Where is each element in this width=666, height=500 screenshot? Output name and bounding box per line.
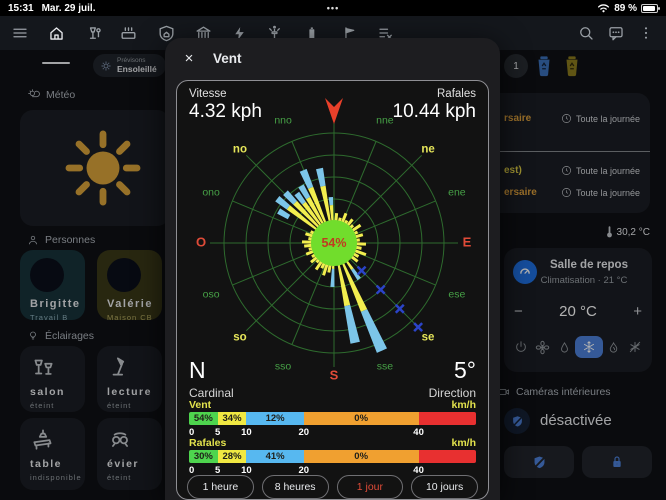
gust-readout: Rafales 10.44 kph bbox=[393, 88, 476, 123]
legend-segment bbox=[419, 412, 476, 425]
legend-segment bbox=[419, 450, 476, 463]
svg-text:so: so bbox=[233, 332, 246, 344]
svg-text:se: se bbox=[422, 332, 435, 344]
legend-segment: 28% bbox=[218, 450, 247, 463]
legend-vent-header: Vent km/h bbox=[189, 399, 476, 411]
range-button-8h[interactable]: 8 heures bbox=[262, 475, 329, 499]
tab-home[interactable] bbox=[44, 21, 68, 45]
svg-text:sso: sso bbox=[275, 360, 292, 372]
menu-icon[interactable] bbox=[8, 21, 32, 45]
legend-rafales-bar: 30%28%41%0% bbox=[189, 450, 476, 463]
battery-percent: 89 % bbox=[614, 3, 637, 14]
range-button-10d[interactable]: 10 jours bbox=[411, 475, 478, 499]
direction-value: 5° bbox=[429, 357, 476, 384]
legend-rafales-header: Rafales km/h bbox=[189, 437, 476, 449]
svg-text:nno: nno bbox=[274, 115, 292, 127]
direction-readout: 5° Direction bbox=[429, 357, 476, 400]
battery-icon bbox=[641, 4, 658, 13]
wind-modal: × Vent 54% nno nne no ne ono ene O Eoso ese so se ss… bbox=[165, 38, 500, 500]
legend-segment: 41% bbox=[246, 450, 303, 463]
modal-title: Vent bbox=[213, 51, 242, 66]
speed-value: 4.32 kph bbox=[189, 101, 262, 123]
range-button-1d[interactable]: 1 jour bbox=[337, 475, 404, 499]
tab-lights[interactable] bbox=[82, 21, 106, 45]
wind-card: 54% nno nne no ne ono ene O Eoso ese so se sso sse S V… bbox=[176, 80, 489, 500]
svg-text:S: S bbox=[330, 368, 339, 382]
svg-text:54%: 54% bbox=[321, 236, 346, 250]
svg-text:O: O bbox=[196, 235, 206, 250]
speed-readout: Vitesse 4.32 kph bbox=[189, 88, 262, 123]
status-bar: 15:31 Mar. 29 juil. ••• 89 % bbox=[0, 0, 666, 16]
legend-segment: 34% bbox=[218, 412, 247, 425]
legend-segment: 0% bbox=[304, 450, 419, 463]
legend-vent-bar: 54%34%12%0% bbox=[189, 412, 476, 425]
kebab-menu-icon[interactable] bbox=[634, 21, 658, 45]
svg-text:nne: nne bbox=[376, 115, 394, 127]
legend-segment: 0% bbox=[304, 412, 419, 425]
svg-text:ne: ne bbox=[421, 143, 434, 155]
range-button-1h[interactable]: 1 heure bbox=[187, 475, 254, 499]
svg-text:ene: ene bbox=[448, 187, 466, 199]
screen: 15:31 Mar. 29 juil. ••• 89 % bbox=[0, 0, 666, 500]
legend-segment: 30% bbox=[189, 450, 218, 463]
legend-rafales-scale: 05102040 bbox=[189, 465, 476, 475]
wind-rose-chart: 54% nno nne no ne ono ene O Eoso ese so se sso sse S bbox=[177, 81, 489, 381]
legend-segment: 54% bbox=[189, 412, 218, 425]
cardinal-value: N bbox=[189, 357, 234, 384]
search-icon[interactable] bbox=[574, 21, 598, 45]
svg-text:sse: sse bbox=[377, 360, 394, 372]
svg-text:ono: ono bbox=[202, 187, 220, 199]
legend-segment: 12% bbox=[246, 412, 303, 425]
svg-text:E: E bbox=[463, 235, 472, 250]
wifi-icon bbox=[597, 3, 610, 13]
assist-chat-icon[interactable] bbox=[604, 21, 628, 45]
cardinal-readout: N Cardinal bbox=[189, 357, 234, 400]
svg-text:ese: ese bbox=[448, 288, 465, 300]
range-buttons: 1 heure 8 heures 1 jour 10 jours bbox=[187, 475, 478, 499]
svg-text:oso: oso bbox=[203, 288, 220, 300]
status-center-dots: ••• bbox=[0, 3, 666, 13]
svg-text:no: no bbox=[233, 143, 247, 155]
close-icon[interactable]: × bbox=[179, 48, 199, 68]
legend-vent-scale: 05102040 bbox=[189, 427, 476, 437]
gust-value: 10.44 kph bbox=[393, 101, 476, 123]
tab-heating[interactable] bbox=[116, 21, 140, 45]
modal-header: × Vent bbox=[165, 38, 500, 78]
